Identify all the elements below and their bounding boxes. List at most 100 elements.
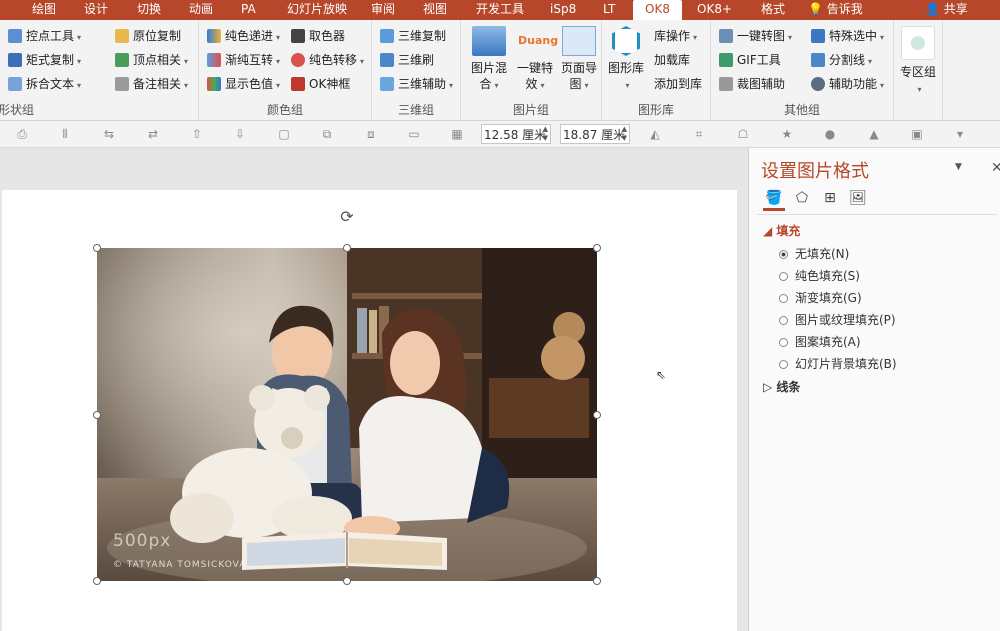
solid-fill-radio[interactable]: 纯色填充(S): [779, 267, 860, 284]
tab-pa[interactable]: PA: [241, 0, 256, 20]
picture-icon[interactable]: 🖼: [847, 188, 869, 208]
share-button[interactable]: 👤 共享: [925, 0, 968, 20]
gradient-solid-convert-button[interactable]: 渐纯互转 ▾: [207, 50, 280, 70]
tab-view[interactable]: 视图: [423, 0, 447, 20]
tab-design[interactable]: 设计: [84, 0, 108, 20]
assist-function-button[interactable]: 辅助功能 ▾: [811, 74, 884, 94]
fill-bucket-icon[interactable]: 🪣: [763, 188, 785, 211]
tell-me-box[interactable]: 💡 告诉我: [808, 0, 863, 20]
one-click-to-image-button[interactable]: 一键转图 ▾: [719, 26, 792, 46]
divider-line-button[interactable]: 分割线 ▾: [811, 50, 872, 70]
star-icon[interactable]: ★: [780, 127, 794, 141]
flip-left-icon[interactable]: ⇆: [102, 127, 116, 141]
overlap-icon[interactable]: ⧈: [364, 127, 378, 141]
group-shapes-label: 形状组: [0, 103, 35, 117]
effect-icon[interactable]: ◭: [648, 127, 662, 141]
stack-icon[interactable]: ⧉: [320, 127, 334, 141]
shape-icon[interactable]: ☖: [736, 127, 750, 141]
zone-group-button[interactable]: 专区组▾: [898, 26, 938, 98]
rotate-handle-icon[interactable]: ⟳: [337, 207, 357, 227]
pane-divider: [757, 214, 997, 215]
circle-small-icon[interactable]: ●: [823, 127, 837, 141]
resize-handle-left[interactable]: [93, 411, 101, 419]
tab-animations[interactable]: 动画: [189, 0, 213, 20]
duang-icon: Duang: [518, 34, 559, 47]
gif-icon: [719, 53, 733, 67]
flip-right-icon[interactable]: ⇄: [146, 127, 160, 141]
control-point-tool-button[interactable]: 控点工具 ▾: [8, 26, 81, 46]
tab-slideshow[interactable]: 幻灯片放映: [287, 0, 347, 20]
3d-brush-button[interactable]: 三维刷: [380, 50, 434, 70]
ok-god-frame-button[interactable]: OK神框: [291, 74, 350, 94]
tab-ok8plus[interactable]: OK8+: [697, 0, 732, 20]
resize-handle-right[interactable]: [593, 411, 601, 419]
width-spinner-icon[interactable]: ▲ ▼: [622, 125, 627, 143]
frame-icon[interactable]: ▭: [407, 127, 421, 141]
add-to-library-button[interactable]: 添加到库: [654, 74, 702, 94]
height-spinner-icon[interactable]: ▲ ▼: [543, 125, 548, 143]
pentagon-icon[interactable]: ⬠: [791, 188, 813, 208]
rgb-icon: [207, 77, 221, 91]
shape-library-button[interactable]: 图形库▾: [606, 26, 646, 94]
no-fill-radio[interactable]: 无填充(N): [779, 245, 849, 262]
size-layout-icon[interactable]: ⊞: [819, 188, 841, 208]
line-section-header[interactable]: ▷ 线条: [763, 378, 800, 395]
tab-draw[interactable]: 绘图: [32, 0, 56, 20]
height-input[interactable]: 12.58 厘米 ▲ ▼: [481, 124, 551, 144]
width-input[interactable]: 18.87 厘米 ▲ ▼: [560, 124, 630, 144]
selected-picture[interactable]: 500px © TATYANA TOMSICKOVA: [97, 248, 597, 581]
picture-texture-fill-radio[interactable]: 图片或纹理填充(P): [779, 311, 896, 328]
one-click-effect-button[interactable]: Duang 一键特效 ▾: [513, 26, 559, 94]
show-color-value-button[interactable]: 显示色值 ▾: [207, 74, 280, 94]
image-small-icon[interactable]: ▣: [910, 127, 924, 141]
fill-section-header[interactable]: ◢ 填充: [763, 222, 800, 239]
mountain-icon[interactable]: ▲: [867, 127, 881, 141]
3d-copy-button[interactable]: 三维复制: [380, 26, 446, 46]
split-merge-text-button[interactable]: 拆合文本 ▾: [8, 74, 81, 94]
load-library-button[interactable]: 加载库: [654, 50, 690, 70]
tab-lt[interactable]: LT: [603, 0, 615, 20]
tab-developer[interactable]: 开发工具: [476, 0, 524, 20]
more-icon[interactable]: ▾: [953, 127, 967, 141]
page-map-button[interactable]: 页面导图 ▾: [557, 26, 601, 94]
tab-format[interactable]: 格式: [761, 0, 785, 20]
tab-isp8[interactable]: iSp8: [550, 0, 576, 20]
bring-up-icon[interactable]: ⇧: [190, 127, 204, 141]
picture-blend-button[interactable]: 图片混合 ▾: [467, 26, 511, 94]
vertex-related-button[interactable]: 顶点相关 ▾: [115, 50, 188, 70]
slide-background-fill-radio[interactable]: 幻灯片背景填充(B): [779, 355, 897, 372]
resize-handle-top[interactable]: [343, 244, 351, 252]
square-icon[interactable]: ▢: [277, 127, 291, 141]
resize-handle-bottom-left[interactable]: [93, 577, 101, 585]
matrix-copy-button[interactable]: 矩式复制 ▾: [8, 50, 81, 70]
frame-icon: [291, 77, 305, 91]
special-select-button[interactable]: 特殊选中 ▾: [811, 26, 884, 46]
tab-review[interactable]: 审阅: [371, 0, 395, 20]
solid-transfer-button[interactable]: 纯色转移 ▾: [291, 50, 364, 70]
gradient-fill-radio[interactable]: 渐变填充(G): [779, 289, 862, 306]
align-icon[interactable]: ⫴: [58, 127, 72, 141]
tab-ok8[interactable]: OK8: [633, 0, 682, 20]
resize-handle-bottom[interactable]: [343, 577, 351, 585]
solid-progression-button[interactable]: 纯色递进 ▾: [207, 26, 280, 46]
send-down-icon[interactable]: ⇩: [233, 127, 247, 141]
radio-selected-icon: [779, 250, 788, 259]
color-picker-button[interactable]: 取色器: [291, 26, 345, 46]
library-operation-button[interactable]: 库操作 ▾: [654, 26, 697, 46]
resize-handle-top-right[interactable]: [593, 244, 601, 252]
in-place-copy-button[interactable]: 原位复制: [115, 26, 181, 46]
notes-related-button[interactable]: 备注相关 ▾: [115, 74, 188, 94]
3d-assist-button[interactable]: 三维辅助 ▾: [380, 74, 453, 94]
close-icon[interactable]: ✕: [991, 160, 1000, 176]
resize-handle-bottom-right[interactable]: [593, 577, 601, 585]
lock-icon[interactable]: ⎙: [15, 127, 29, 141]
resize-handle-top-left[interactable]: [93, 244, 101, 252]
picture-icon[interactable]: ▦: [450, 127, 464, 141]
crop-small-icon[interactable]: ⌗: [692, 127, 706, 141]
gif-tool-button[interactable]: GIF工具: [719, 50, 781, 70]
crop-assist-button[interactable]: 裁图辅助: [719, 74, 785, 94]
watermark-author: © TATYANA TOMSICKOVA: [113, 560, 247, 570]
tab-transitions[interactable]: 切换: [137, 0, 161, 20]
pane-menu-icon[interactable]: ▼: [955, 162, 962, 172]
pattern-fill-radio[interactable]: 图案填充(A): [779, 333, 861, 350]
